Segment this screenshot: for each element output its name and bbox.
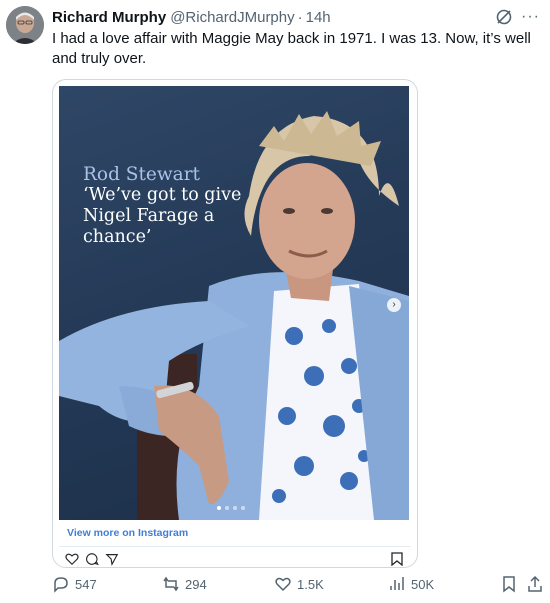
bookmark-button[interactable] xyxy=(500,575,518,593)
views-count: 50K xyxy=(411,576,435,592)
author-name[interactable]: Richard Murphy xyxy=(52,8,166,28)
avatar[interactable] xyxy=(6,6,44,44)
tweet-text: I had a love affair with Maggie May back… xyxy=(52,30,531,67)
carousel-dot[interactable] xyxy=(241,506,245,510)
like-count: 1.5K xyxy=(297,576,324,592)
share-button[interactable] xyxy=(526,575,544,593)
views-button[interactable]: 50K xyxy=(388,575,434,593)
bookmark-icon xyxy=(503,576,515,593)
instagram-share-icon[interactable] xyxy=(105,552,119,566)
tweet-actions: 547 294 1.5K 50K xyxy=(52,575,550,597)
more-icon[interactable]: ··· xyxy=(521,8,540,26)
repost-count: 294 xyxy=(185,576,207,592)
carousel-dot[interactable] xyxy=(217,506,221,510)
tweet-header: Richard Murphy @RichardJMurphy · 14h ··· xyxy=(52,8,540,28)
embed-photo[interactable]: Rod Stewart ‘We’ve got to give Nigel Far… xyxy=(59,86,409,520)
reply-button[interactable]: 547 xyxy=(52,575,97,593)
embed-headline: Rod Stewart ‘We’ve got to give Nigel Far… xyxy=(83,164,243,248)
repost-icon xyxy=(163,576,179,592)
portrait-illustration xyxy=(59,111,409,520)
reply-icon xyxy=(54,577,68,593)
like-icon xyxy=(275,577,291,592)
instagram-like-icon[interactable] xyxy=(65,552,79,566)
carousel-dot[interactable] xyxy=(233,506,237,510)
headline-kicker: Rod Stewart xyxy=(83,164,200,185)
carousel-dot[interactable] xyxy=(225,506,229,510)
headline-quote: ‘We’ve got to give Nigel Farage a chance… xyxy=(83,185,242,247)
instagram-save-icon[interactable] xyxy=(391,552,403,566)
share-icon xyxy=(528,575,542,592)
reply-count: 547 xyxy=(75,576,97,592)
embed-divider xyxy=(59,546,411,547)
author-handle[interactable]: @RichardJMurphy xyxy=(170,8,294,28)
instagram-embed[interactable]: Rod Stewart ‘We’ve got to give Nigel Far… xyxy=(52,79,418,568)
like-button[interactable]: 1.5K xyxy=(274,575,324,593)
repost-button[interactable]: 294 xyxy=(162,575,207,593)
grok-icon[interactable] xyxy=(495,8,513,26)
views-icon xyxy=(390,577,404,590)
separator-dot: · xyxy=(297,9,303,26)
carousel-next-icon[interactable]: › xyxy=(387,298,401,312)
avatar-image xyxy=(6,6,44,44)
instagram-actions xyxy=(65,552,119,566)
header-icons: ··· xyxy=(495,8,540,26)
tweet-timestamp[interactable]: 14h xyxy=(306,8,331,28)
instagram-comment-icon[interactable] xyxy=(85,552,99,566)
carousel-dots xyxy=(217,506,245,510)
view-more-link[interactable]: View more on Instagram xyxy=(67,527,188,539)
